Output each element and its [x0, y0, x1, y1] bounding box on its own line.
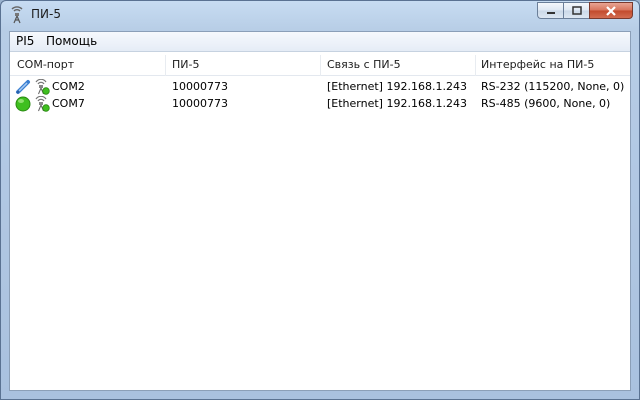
com-port-list[interactable]: COM-порт ПИ-5 Связь с ПИ-5 Интерфейс на …	[10, 52, 630, 390]
column-divider[interactable]	[475, 55, 476, 76]
menu-bar: PI5 Помощь	[10, 32, 630, 52]
maximize-icon	[571, 6, 582, 15]
pi5-cell: 10000773	[172, 80, 228, 93]
column-divider[interactable]	[165, 55, 166, 76]
pi5-cell: 10000773	[172, 97, 228, 110]
antenna-status-icon	[35, 79, 50, 95]
window-controls	[537, 2, 633, 20]
green-circle-icon	[15, 96, 31, 112]
close-icon	[606, 5, 616, 16]
column-header-interface[interactable]: Интерфейс на ПИ-5	[481, 58, 594, 78]
title-bar[interactable]: ПИ-5	[1, 1, 639, 29]
column-header-link[interactable]: Связь с ПИ-5	[327, 58, 401, 78]
minimize-button[interactable]	[537, 2, 563, 19]
link-cell: [Ethernet] 192.168.1.243	[327, 97, 467, 110]
minimize-icon	[546, 11, 555, 14]
window-title: ПИ-5	[31, 7, 61, 21]
column-divider[interactable]	[320, 55, 321, 76]
table-row[interactable]: COM7 10000773 [Ethernet] 192.168.1.243 R…	[10, 96, 630, 112]
menu-help[interactable]: Помощь	[46, 34, 97, 48]
interface-cell: RS-485 (9600, None, 0)	[481, 97, 611, 110]
column-header-com-port[interactable]: COM-порт	[17, 58, 74, 78]
menu-pi5[interactable]: PI5	[16, 34, 34, 48]
antenna-icon	[11, 6, 23, 24]
link-cell: [Ethernet] 192.168.1.243	[327, 80, 467, 93]
plug-connector-icon	[16, 80, 30, 94]
column-header-pi5[interactable]: ПИ-5	[172, 58, 199, 78]
list-header: COM-порт ПИ-5 Связь с ПИ-5 Интерфейс на …	[10, 55, 630, 76]
antenna-status-icon	[35, 96, 50, 112]
maximize-button[interactable]	[563, 2, 589, 19]
com-port-cell: COM2	[52, 80, 85, 93]
close-button[interactable]	[589, 2, 633, 19]
table-row[interactable]: COM2 10000773 [Ethernet] 192.168.1.243 R…	[10, 79, 630, 95]
interface-cell: RS-232 (115200, None, 0)	[481, 80, 625, 93]
client-area: PI5 Помощь COM-порт ПИ-5 Связь с ПИ-5 Ин…	[9, 31, 631, 391]
app-window: ПИ-5 PI5 Помощь COM-порт ПИ-5 Связь с ПИ…	[0, 0, 640, 400]
com-port-cell: COM7	[52, 97, 85, 110]
